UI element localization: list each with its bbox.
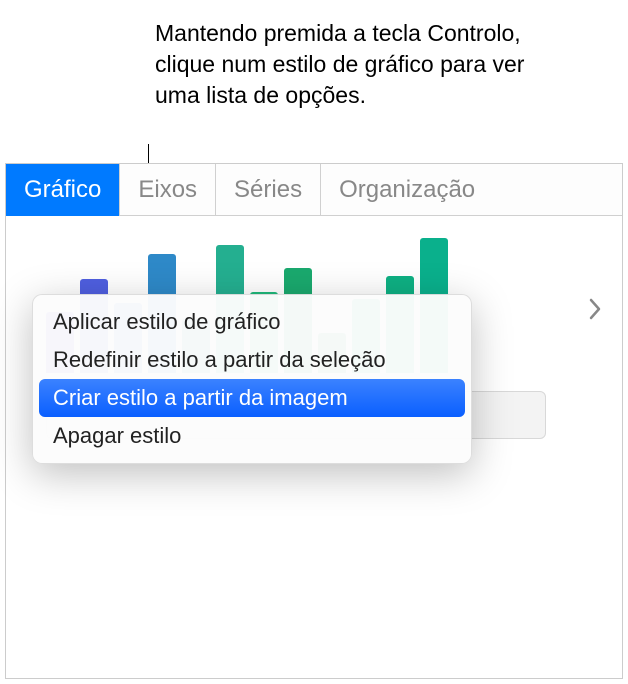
styles-next-button[interactable] xyxy=(580,291,610,331)
tab-arrange[interactable]: Organização xyxy=(321,164,493,216)
inspector-tabs: Gráfico Eixos Séries Organização xyxy=(6,164,622,216)
menu-apply-style[interactable]: Aplicar estilo de gráfico xyxy=(39,303,465,341)
menu-delete-style[interactable]: Apagar estilo xyxy=(39,417,465,455)
tab-axes[interactable]: Eixos xyxy=(120,164,216,216)
context-menu: Aplicar estilo de gráfico Redefinir esti… xyxy=(32,294,472,464)
menu-create-style[interactable]: Criar estilo a partir da imagem xyxy=(39,379,465,417)
tab-chart[interactable]: Gráfico xyxy=(6,164,120,216)
menu-redefine-style[interactable]: Redefinir estilo a partir da seleção xyxy=(39,341,465,379)
callout-text: Mantendo premida a tecla Controlo, cliqu… xyxy=(155,18,535,111)
chart-styles-label: Estilos de gráfico xyxy=(6,676,622,679)
chevron-right-icon xyxy=(588,298,602,325)
tab-series[interactable]: Séries xyxy=(216,164,321,216)
